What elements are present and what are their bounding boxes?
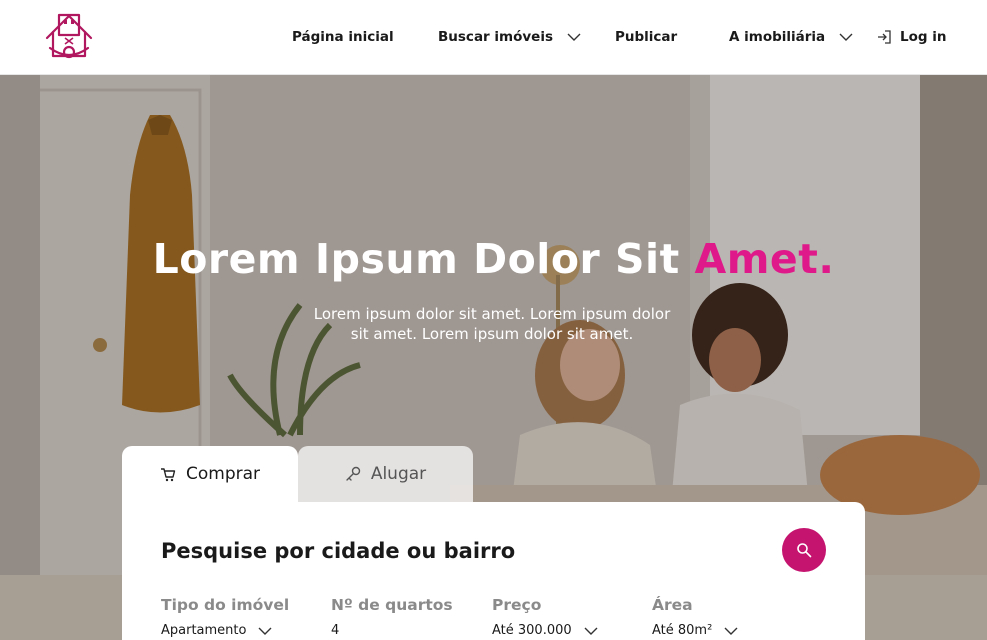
filter-label: Área — [652, 596, 693, 614]
filter-quartos[interactable]: Nº de quartos 4 — [331, 596, 453, 638]
cart-icon — [160, 468, 176, 482]
filter-preco[interactable]: Preço Até 300.000 — [492, 596, 598, 638]
filter-value: Até 80m² — [652, 623, 713, 638]
tab-alugar-label: Alugar — [370, 464, 427, 484]
login-button[interactable]: Log in — [876, 26, 946, 48]
search-title: Pesquise por cidade ou bairro — [161, 539, 516, 563]
filter-label: Tipo do imóvel — [161, 596, 290, 614]
nav-imobiliaria-menu[interactable]: A imobiliária — [729, 26, 853, 48]
filter-preco-select[interactable]: Até 300.000 — [492, 623, 598, 638]
search-button[interactable] — [782, 528, 826, 572]
filter-label: Nº de quartos — [331, 596, 453, 614]
nav-buscar-label: Buscar imóveis — [438, 29, 553, 45]
nav-home-label: Página inicial — [292, 29, 394, 45]
chevron-down-icon — [567, 33, 581, 41]
key-icon — [346, 466, 361, 481]
filter-quartos-input[interactable]: 4 — [331, 623, 453, 638]
hero-subtitle: Lorem ipsum dolor sit amet. Lorem ipsum … — [313, 305, 671, 343]
nav-home-link[interactable]: Página inicial — [292, 26, 394, 48]
filter-tipo-select[interactable]: Apartamento — [161, 623, 289, 638]
nav-publicar-label: Publicar — [615, 29, 678, 45]
nav-imobiliaria-label: A imobiliária — [729, 29, 826, 45]
login-label: Log in — [900, 29, 947, 45]
hero-title-main: Lorem Ipsum Dolor Sit — [152, 235, 695, 283]
chevron-down-icon — [839, 33, 853, 41]
filter-tipo-imovel[interactable]: Tipo do imóvel Apartamento — [161, 596, 289, 638]
nav-publicar-link[interactable]: Publicar — [615, 26, 677, 48]
filter-value: Apartamento — [161, 623, 247, 638]
search-card: Pesquise por cidade ou bairro Tipo do im… — [122, 502, 865, 640]
chevron-down-icon — [584, 627, 598, 635]
filter-area[interactable]: Área Até 80m² — [652, 596, 738, 638]
login-icon — [878, 30, 891, 44]
filter-value: 4 — [331, 623, 340, 638]
filter-area-select[interactable]: Até 80m² — [652, 623, 738, 638]
tab-comprar[interactable]: Comprar — [122, 446, 298, 502]
filter-value: Até 300.000 — [492, 623, 572, 638]
tab-alugar[interactable]: Alugar — [298, 446, 473, 502]
filter-label: Preço — [492, 596, 542, 614]
hero-title: Lorem Ipsum Dolor Sit Amet. — [0, 235, 987, 283]
tab-comprar-label: Comprar — [185, 464, 261, 484]
nav-buscar-menu[interactable]: Buscar imóveis — [438, 26, 581, 48]
hero-title-accent: Amet. — [694, 235, 835, 283]
search-icon — [797, 543, 812, 558]
site-header: Página inicial Buscar imóveis Publicar A… — [0, 0, 987, 75]
house-logo-icon[interactable] — [44, 12, 94, 60]
chevron-down-icon — [258, 627, 272, 635]
chevron-down-icon — [724, 627, 738, 635]
